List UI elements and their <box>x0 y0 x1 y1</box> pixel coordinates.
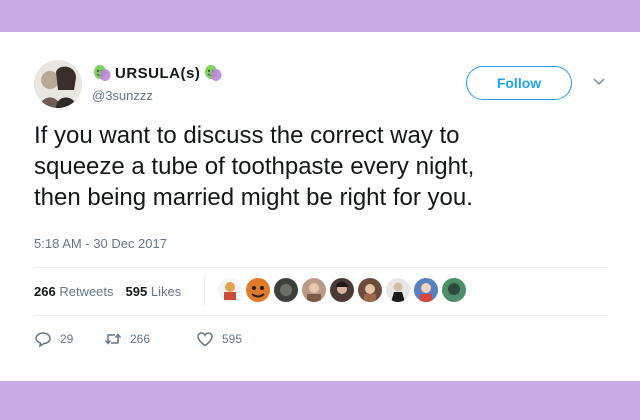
liker-avatar[interactable] <box>330 278 354 302</box>
liker-avatar[interactable] <box>442 278 466 302</box>
retweets-stat[interactable]: 266 Retweets <box>34 284 114 299</box>
liker-avatar[interactable] <box>414 278 438 302</box>
retweets-label: Retweets <box>59 284 114 299</box>
reply-count: 29 <box>60 332 74 346</box>
tweet-text-line: If you want to discuss the correct way t… <box>34 122 460 149</box>
retweet-icon <box>104 333 122 345</box>
liker-avatar[interactable] <box>246 278 270 302</box>
user-handle[interactable]: @3sunzzz <box>92 88 153 103</box>
top-border-band <box>0 0 640 32</box>
profile-avatar[interactable] <box>34 60 82 108</box>
tweet-stats: 266 Retweets 595 Likes <box>34 284 181 299</box>
liker-avatars <box>218 278 466 302</box>
retweet-action[interactable]: 266 <box>104 330 196 348</box>
tweet-text: If you want to discuss the correct way t… <box>34 120 614 213</box>
reply-icon <box>35 332 51 348</box>
stats-top-divider <box>34 267 608 268</box>
tweet-actions: 29 266 595 <box>34 330 276 348</box>
stats-separator <box>204 276 205 306</box>
liker-avatar[interactable] <box>386 278 410 302</box>
liker-avatar[interactable] <box>218 278 242 302</box>
stats-bottom-divider <box>34 315 608 316</box>
tweet-timestamp[interactable]: 5:18 AM - 30 Dec 2017 <box>34 236 167 251</box>
display-name[interactable]: URSULA(s) <box>92 62 223 84</box>
tweet-text-line: squeeze a tube of toothpaste every night… <box>34 153 475 180</box>
likes-label: Likes <box>150 284 182 299</box>
performing-arts-masks-icon <box>94 65 111 81</box>
performing-arts-masks-icon <box>205 65 222 81</box>
likes-count: 595 <box>125 284 148 299</box>
likes-stat[interactable]: 595 Likes <box>126 284 182 299</box>
follow-button[interactable]: Follow <box>466 66 572 100</box>
like-count: 595 <box>222 332 243 346</box>
heart-icon <box>197 332 213 347</box>
liker-avatar[interactable] <box>302 278 326 302</box>
like-action[interactable]: 595 <box>196 330 276 348</box>
retweets-count: 266 <box>34 284 56 299</box>
tweet-text-line: then being married might be right for yo… <box>34 184 473 211</box>
display-name-text: URSULA(s) <box>115 64 201 82</box>
liker-avatar[interactable] <box>358 278 382 302</box>
reply-action[interactable]: 29 <box>34 330 104 348</box>
bottom-border-band <box>0 381 640 420</box>
retweet-count: 266 <box>130 332 151 346</box>
liker-avatar[interactable] <box>274 278 298 302</box>
chevron-down-icon[interactable] <box>592 77 606 87</box>
